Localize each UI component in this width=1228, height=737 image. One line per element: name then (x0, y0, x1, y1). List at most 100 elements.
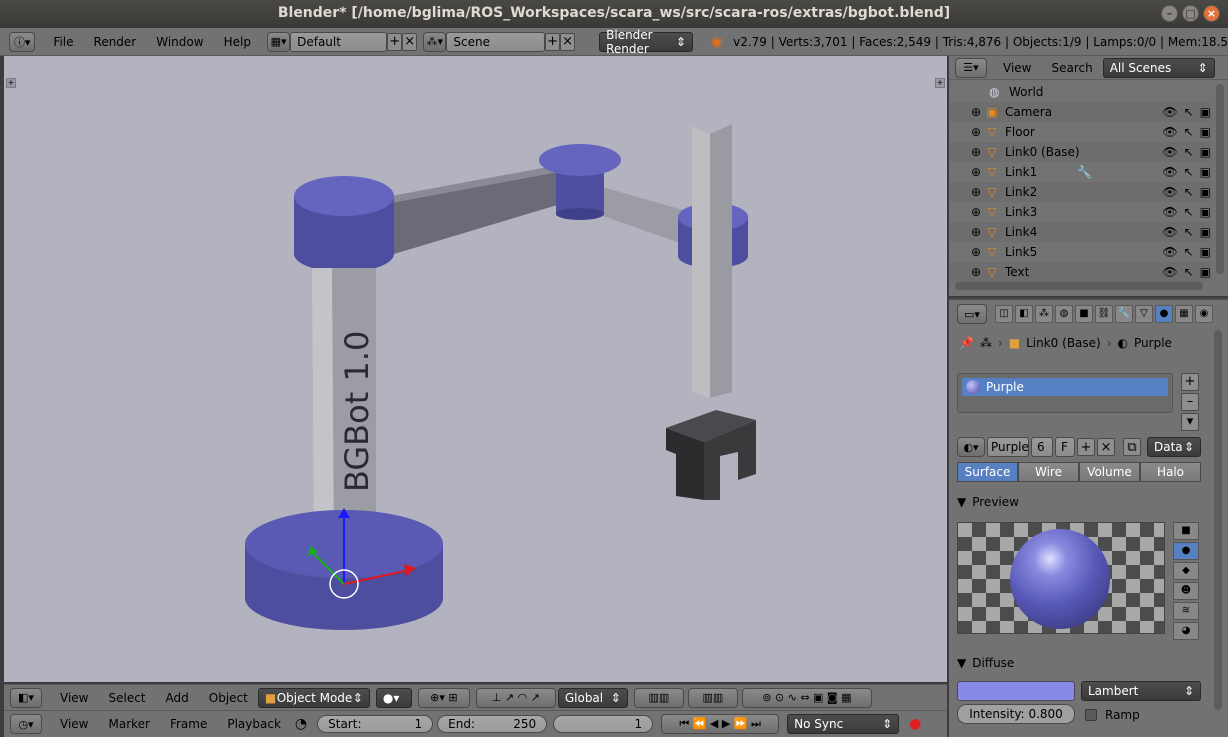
scene-field[interactable]: Scene (446, 31, 546, 52)
select-cursor-icon[interactable]: ↖ (1184, 165, 1194, 179)
remove-material-slot-button[interactable]: – (1181, 393, 1199, 411)
outliner-row-link4[interactable]: ⊕ ▽ Link4 👁 ↖ ▣ (949, 222, 1211, 242)
outliner-row-floor[interactable]: ⊕ ▽ Floor 👁 ↖ ▣ (949, 122, 1211, 142)
visibility-eye-icon[interactable]: 👁 (1162, 205, 1177, 219)
intensity-field[interactable]: Intensity: 0.800 (957, 704, 1075, 724)
menu-file[interactable]: File (43, 35, 83, 49)
end-frame-field[interactable]: End: 250 (437, 715, 548, 733)
visibility-eye-icon[interactable]: 👁 (1162, 265, 1177, 279)
expand-icon[interactable]: ⊕ (971, 145, 985, 159)
viewport-properties-toggle[interactable]: + (935, 78, 945, 88)
modifiers-tab-icon[interactable]: 🔧 (1115, 305, 1133, 323)
orientation-select[interactable]: Global ⇕ (557, 687, 628, 708)
pin-icon[interactable]: 📌 (959, 336, 974, 350)
outliner-row-text[interactable]: ⊕ ▽ Text 👁 ↖ ▣ (949, 262, 1211, 282)
preview-monkey-icon[interactable]: ☻ (1173, 582, 1199, 600)
add-layout-button[interactable]: + (387, 32, 403, 51)
unlink-material-button[interactable]: × (1097, 438, 1115, 456)
fake-user-toggle[interactable]: F (1055, 437, 1075, 457)
render-camera-icon[interactable]: ▣ (1200, 185, 1211, 199)
material-tab-icon[interactable]: ● (1155, 305, 1173, 323)
select-cursor-icon[interactable]: ↖ (1184, 185, 1194, 199)
material-name-field[interactable]: Purple (987, 437, 1029, 457)
close-button[interactable]: × (1203, 5, 1220, 22)
shading-select[interactable]: ●▾ (375, 687, 412, 708)
visibility-eye-icon[interactable]: 👁 (1162, 105, 1177, 119)
3d-viewport[interactable]: + + BGBot 1.0 (4, 56, 947, 682)
material-slot-item[interactable]: Purple (962, 378, 1168, 396)
expand-icon[interactable]: ⊕ (971, 125, 985, 139)
outliner-row-link5[interactable]: ⊕ ▽ Link5 👁 ↖ ▣ (949, 242, 1211, 262)
layers-block-1[interactable]: ▥▥ (633, 687, 684, 708)
playback-controls[interactable]: ⏮ ⏪ ◀ ▶ ⏩ ⏭ (661, 714, 780, 734)
sync-select[interactable]: No Sync ⇕ (787, 714, 900, 734)
scene-icon[interactable]: ⁂▾ (423, 31, 447, 52)
physics-tab-icon[interactable]: ◉ (1195, 305, 1213, 323)
tab-volume[interactable]: Volume (1079, 462, 1140, 482)
preview-hair-icon[interactable]: ≋ (1173, 602, 1199, 620)
world-tab-icon[interactable]: ◍ (1055, 305, 1073, 323)
preview-range-icon[interactable]: ◔ (295, 716, 307, 732)
render-engine-select[interactable]: Blender Render ⇕ (599, 28, 693, 56)
outliner-menu-view[interactable]: View (993, 61, 1041, 75)
visibility-eye-icon[interactable]: 👁 (1162, 145, 1177, 159)
menu-render[interactable]: Render (84, 35, 147, 49)
expand-icon[interactable]: ⊕ (971, 265, 985, 279)
ramp-checkbox[interactable] (1085, 709, 1097, 721)
select-cursor-icon[interactable]: ↖ (1184, 125, 1194, 139)
preview-sky-icon[interactable]: ◕ (1173, 622, 1199, 640)
select-cursor-icon[interactable]: ↖ (1184, 145, 1194, 159)
visibility-eye-icon[interactable]: 👁 (1162, 185, 1177, 199)
view3d-menu-select[interactable]: Select (98, 691, 155, 705)
expand-icon[interactable]: ⊕ (971, 205, 985, 219)
render-camera-icon[interactable]: ▣ (1200, 125, 1211, 139)
outliner-row-link1[interactable]: ⊕ ▽ Link1 🔧 👁 ↖ ▣ (949, 162, 1211, 182)
outliner-filter-select[interactable]: All Scenes ⇕ (1102, 57, 1215, 78)
properties-editor-type-icon[interactable]: ▭▾ (957, 304, 987, 324)
select-cursor-icon[interactable]: ↖ (1184, 245, 1194, 259)
tab-wire[interactable]: Wire (1018, 462, 1079, 482)
viewport-toolshelf-toggle[interactable]: + (6, 78, 16, 88)
render-layers-tab-icon[interactable]: ◧ (1015, 305, 1033, 323)
timeline-menu-playback[interactable]: Playback (217, 717, 291, 731)
visibility-eye-icon[interactable]: 👁 (1162, 225, 1177, 239)
outliner-row-camera[interactable]: ⊕ ▣ Camera 👁 ↖ ▣ (949, 102, 1211, 122)
menu-help[interactable]: Help (214, 35, 261, 49)
data-tab-icon[interactable]: ▽ (1135, 305, 1153, 323)
add-material-slot-button[interactable]: + (1181, 373, 1199, 391)
view3d-editor-type-icon[interactable]: ◧▾ (10, 687, 42, 708)
remove-layout-button[interactable]: × (402, 32, 418, 51)
expand-icon[interactable]: ⊕ (971, 105, 985, 119)
expand-icon[interactable]: ⊕ (971, 245, 985, 259)
material-slot-list[interactable]: Purple (957, 373, 1173, 413)
diffuse-shader-select[interactable]: Lambert ⇕ (1081, 681, 1201, 701)
layout-icon[interactable]: ▦▾ (266, 31, 291, 52)
outliner-horizontal-scrollbar[interactable] (955, 282, 1203, 290)
preview-panel-header[interactable]: ▼ Preview (957, 492, 1201, 512)
select-cursor-icon[interactable]: ↖ (1184, 105, 1194, 119)
expand-icon[interactable]: ⊕ (971, 165, 985, 179)
render-camera-icon[interactable]: ▣ (1200, 105, 1211, 119)
visibility-eye-icon[interactable]: 👁 (1162, 245, 1177, 259)
texture-tab-icon[interactable]: ▦ (1175, 305, 1193, 323)
object-tab-icon[interactable]: ■ (1075, 305, 1093, 323)
render-camera-icon[interactable]: ▣ (1200, 245, 1211, 259)
outliner-row-link3[interactable]: ⊕ ▽ Link3 👁 ↖ ▣ (949, 202, 1211, 222)
tab-halo[interactable]: Halo (1140, 462, 1201, 482)
outliner-row-link2[interactable]: ⊕ ▽ Link2 👁 ↖ ▣ (949, 182, 1211, 202)
material-link-select[interactable]: Data ⇕ (1147, 437, 1201, 457)
mode-select[interactable]: ■ Object Mode ⇕ (257, 687, 370, 708)
view3d-menu-view[interactable]: View (50, 691, 98, 705)
render-camera-icon[interactable]: ▣ (1200, 225, 1211, 239)
timeline-menu-view[interactable]: View (50, 717, 98, 731)
maximize-button[interactable]: □ (1182, 5, 1199, 22)
preview-sphere-icon[interactable]: ● (1173, 542, 1199, 560)
outliner-vertical-scrollbar[interactable] (1216, 84, 1224, 274)
render-camera-icon[interactable]: ▣ (1200, 165, 1211, 179)
select-cursor-icon[interactable]: ↖ (1184, 205, 1194, 219)
view3d-menu-object[interactable]: Object (199, 691, 258, 705)
render-camera-icon[interactable]: ▣ (1200, 205, 1211, 219)
manipulator-toggles[interactable]: ⊥ ↗ ◠ ↗ (475, 687, 556, 708)
snap-and-render-tools[interactable]: ⊚ ⊙ ∿ ⇔ ▣ ◙ ▦ (741, 687, 872, 708)
menu-window[interactable]: Window (146, 35, 213, 49)
